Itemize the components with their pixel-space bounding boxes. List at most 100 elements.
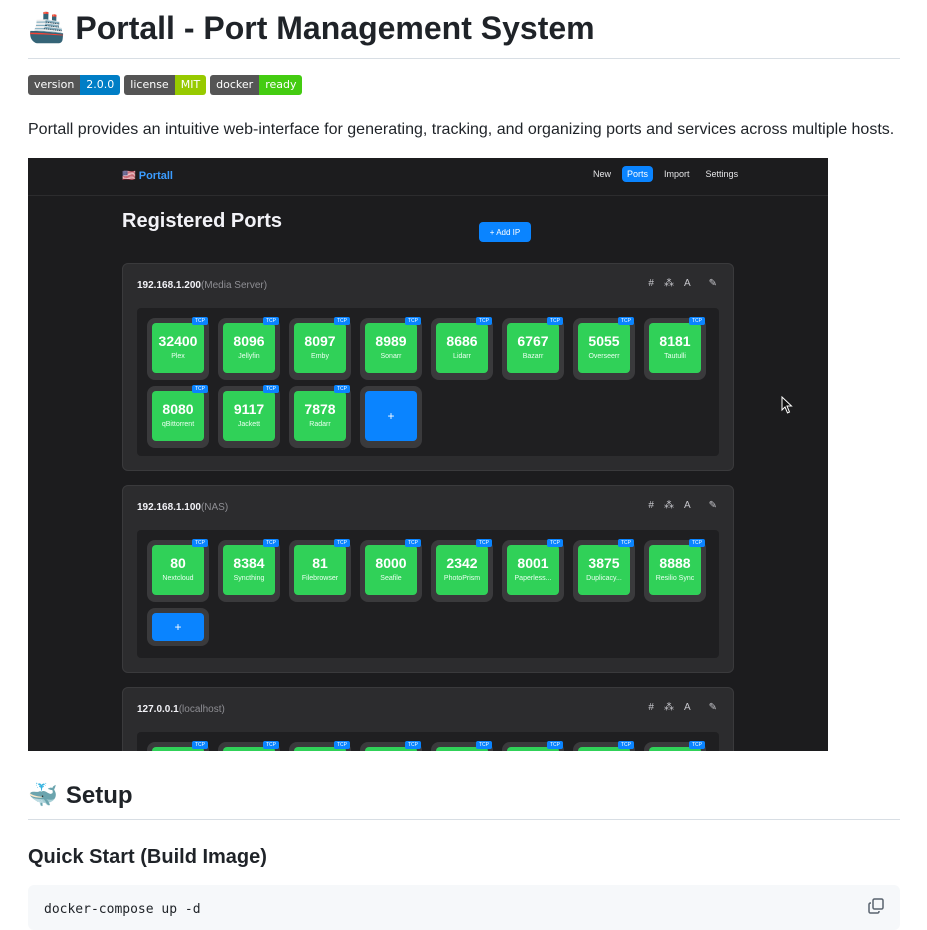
port-tile: 8000 Seafile TCP xyxy=(360,539,422,602)
port-number: 32400 xyxy=(158,333,198,349)
port-tile: 6767 Bazarr TCP xyxy=(502,317,564,380)
host-header: 192.168.1.200(Media Server) xyxy=(137,280,267,291)
port-number: 3875 xyxy=(588,555,620,571)
port-tile-peek: TCP xyxy=(360,741,422,751)
port-service: Seafile xyxy=(380,575,402,582)
edit-pencil-icon: ✎ xyxy=(708,702,717,713)
port-number: 8686 xyxy=(446,333,478,349)
add-port-button: + xyxy=(152,613,204,641)
host-ip: 192.168.1.200 xyxy=(137,280,201,291)
page-title-text: Portall - Port Management System xyxy=(75,10,595,46)
port-tile-body: 3875 Duplicacy... xyxy=(578,545,630,595)
protocol-badge: TCP xyxy=(476,317,492,325)
port-tile: 8384 Syncthing TCP xyxy=(218,539,280,602)
port-tile: 2342 PhotoPrism TCP xyxy=(431,539,493,602)
port-tile-body: 81 Filebrowser xyxy=(294,545,346,595)
protocol-badge: TCP xyxy=(689,539,705,547)
port-tile: 8989 Sonarr TCP xyxy=(360,317,422,380)
port-number: 8384 xyxy=(233,555,265,571)
host-header: 127.0.0.1(localhost) xyxy=(137,704,225,715)
port-service: Resilio Sync xyxy=(655,575,695,582)
app-screenshot: 🇺🇸 Portall New Ports Import Settings Reg… xyxy=(28,158,828,751)
port-tile-body: 32400 Plex xyxy=(152,323,204,373)
code-text: docker-compose up -d xyxy=(44,902,201,917)
ship-icon: 🚢 xyxy=(28,11,66,44)
protocol-badge: TCP xyxy=(618,539,634,547)
page-title: 🚢 Portall - Port Management System xyxy=(28,8,900,59)
nav-import: Import xyxy=(664,169,690,179)
port-number: 2342 xyxy=(446,555,478,571)
version-badge[interactable]: version 2.0.0 xyxy=(28,75,121,95)
port-tile-body: 8989 Sonarr xyxy=(365,323,417,373)
port-service: Syncthing xyxy=(233,575,265,582)
protocol-badge: TCP xyxy=(405,539,421,547)
port-number: 8080 xyxy=(162,401,194,417)
port-tile-peek: TCP xyxy=(502,741,564,751)
port-service: Emby xyxy=(311,353,329,360)
copy-icon[interactable] xyxy=(868,898,884,914)
port-service: PhotoPrism xyxy=(443,575,481,582)
sort-number-icon: # xyxy=(648,702,654,713)
port-number: 9117 xyxy=(233,401,265,417)
app-nav-links: New Ports Import Settings xyxy=(588,166,743,182)
port-tile-peek: TCP xyxy=(431,741,493,751)
docker-badge[interactable]: docker ready xyxy=(210,75,303,95)
port-number: 8001 xyxy=(517,555,549,571)
port-tile-peek: TCP xyxy=(289,741,351,751)
host-ip: 127.0.0.1 xyxy=(137,704,179,715)
protocol-badge: TCP xyxy=(263,741,279,749)
port-grid: 32400 Plex TCP 8096 Jellyfin TCP 8097 Emby TCP 89… xyxy=(137,308,719,456)
host-card: 127.0.0.1(localhost) # ⁂ A ✎ TCP TCP TCP TCP TCP T… xyxy=(122,687,734,751)
port-service: Tautulli xyxy=(664,353,686,360)
port-tile-body: 9117 Jackett xyxy=(223,391,275,441)
port-number: 8888 xyxy=(659,555,691,571)
protocol-badge: TCP xyxy=(334,741,350,749)
add-port-tile: + xyxy=(147,608,209,646)
port-tile-body: 8096 Jellyfin xyxy=(223,323,275,373)
port-tile: 5055 Overseerr TCP xyxy=(573,317,635,380)
edit-pencil-icon: ✎ xyxy=(708,278,717,289)
port-number: 8989 xyxy=(375,333,407,349)
port-tile-body: 8686 Lidarr xyxy=(436,323,488,373)
port-grid: 80 Nextcloud TCP 8384 Syncthing TCP 81 Filebrow… xyxy=(137,530,719,658)
sort-alpha-icon: A xyxy=(683,278,691,289)
badges: version 2.0.0 license MIT docker ready xyxy=(28,75,303,95)
protocol-badge: TCP xyxy=(192,385,208,393)
nav-ports: Ports xyxy=(622,166,654,182)
port-tile-body: 8384 Syncthing xyxy=(223,545,275,595)
protocol-badge: TCP xyxy=(334,385,350,393)
host-tools: # ⁂ A ✎ xyxy=(648,278,717,289)
protocol-badge: TCP xyxy=(192,741,208,749)
sort-service-icon: ⁂ xyxy=(663,702,674,713)
add-ip-button: + Add IP xyxy=(479,222,531,242)
description: Portall provides an intuitive web-interf… xyxy=(28,121,895,138)
port-service: Paperless... xyxy=(514,575,552,582)
port-tile-body: 2342 PhotoPrism xyxy=(436,545,488,595)
protocol-badge: TCP xyxy=(547,741,563,749)
quick-start-heading: Quick Start (Build Image) xyxy=(28,846,267,868)
port-tile: 3875 Duplicacy... TCP xyxy=(573,539,635,602)
registered-ports-heading: Registered Ports xyxy=(122,210,283,232)
port-tile: 8686 Lidarr TCP xyxy=(431,317,493,380)
port-service: Filebrowser xyxy=(301,575,339,582)
app-navbar: 🇺🇸 Portall New Ports Import Settings xyxy=(28,158,828,196)
port-number: 8096 xyxy=(233,333,265,349)
port-number: 6767 xyxy=(517,333,549,349)
port-tile-body: 8000 Seafile xyxy=(365,545,417,595)
port-service: Radarr xyxy=(309,421,331,428)
protocol-badge: TCP xyxy=(689,317,705,325)
sort-alpha-icon: A xyxy=(683,702,691,713)
license-badge[interactable]: license MIT xyxy=(124,75,207,95)
sort-number-icon: # xyxy=(648,278,654,289)
port-number: 8181 xyxy=(659,333,691,349)
port-service: Jellyfin xyxy=(238,353,260,360)
port-service: Plex xyxy=(171,353,185,360)
protocol-badge: TCP xyxy=(263,385,279,393)
sort-alpha-icon: A xyxy=(683,500,691,511)
protocol-badge: TCP xyxy=(689,741,705,749)
port-tile-peek: TCP xyxy=(218,741,280,751)
port-tile-peek: TCP xyxy=(644,741,706,751)
port-tile: 8888 Resilio Sync TCP xyxy=(644,539,706,602)
edit-pencil-icon: ✎ xyxy=(708,500,717,511)
port-tile-body: 5055 Overseerr xyxy=(578,323,630,373)
